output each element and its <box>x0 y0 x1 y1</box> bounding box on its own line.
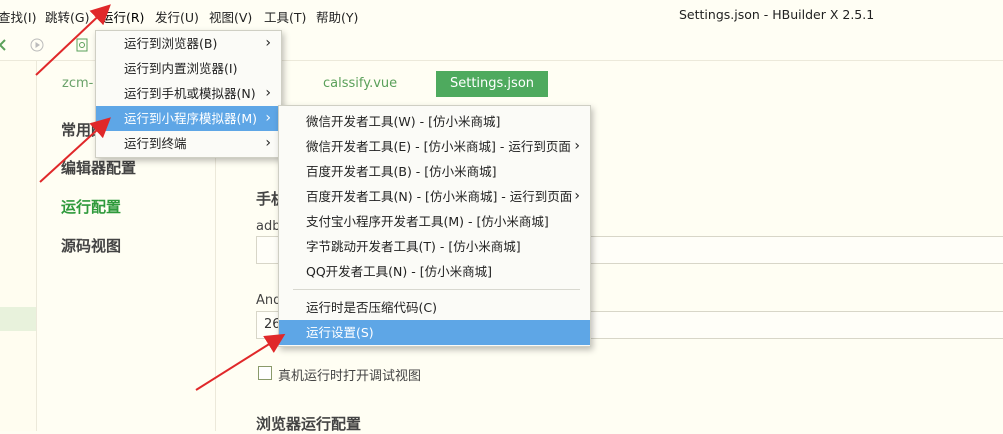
run-menu-builtin-browser[interactable]: 运行到内置浏览器(I) <box>96 56 281 81</box>
run-icon[interactable] <box>30 38 44 52</box>
run-menu-terminal-label: 运行到终端 <box>124 136 187 151</box>
nav-source-view[interactable]: 源码视图 <box>61 235 121 256</box>
project-panel <box>0 61 37 431</box>
preview-icon[interactable] <box>75 38 89 52</box>
menu-tools[interactable]: 工具(T) <box>264 7 306 26</box>
chevron-right-icon: › <box>265 135 271 151</box>
tab-settings-json[interactable]: Settings.json <box>436 71 548 97</box>
run-menu-phone-label: 运行到手机或模拟器(N) <box>124 86 256 101</box>
chevron-right-icon: › <box>265 85 271 101</box>
submenu-compress-code-label: 运行时是否压缩代码(C) <box>306 300 437 315</box>
run-menu-browser[interactable]: 运行到浏览器(B) › <box>96 31 281 56</box>
debug-view-checkbox[interactable] <box>258 366 272 380</box>
nav-editor-config[interactable]: 编辑器配置 <box>61 157 136 178</box>
run-menu-phone[interactable]: 运行到手机或模拟器(N) › <box>96 81 281 106</box>
submenu-wechat[interactable]: 微信开发者工具(W) - [仿小米商城] <box>279 109 590 134</box>
back-icon[interactable] <box>0 38 10 52</box>
tab-calssify-vue[interactable]: calssify.vue <box>323 76 397 91</box>
menu-view[interactable]: 视图(V) <box>209 7 252 26</box>
submenu-baidu[interactable]: 百度开发者工具(B) - [仿小米商城] <box>279 159 590 184</box>
submenu-bytedance-label: 字节跳动开发者工具(T) - [仿小米商城] <box>306 239 521 254</box>
menu-run[interactable]: 运行(R) <box>101 7 144 26</box>
run-menu-miniprogram[interactable]: 运行到小程序模拟器(M) › <box>96 106 281 131</box>
chevron-right-icon: › <box>265 35 271 51</box>
submenu-wechat-page[interactable]: 微信开发者工具(E) - [仿小米商城] - 运行到页面 › <box>279 134 590 159</box>
submenu-alipay[interactable]: 支付宝小程序开发者工具(M) - [仿小米商城] <box>279 209 590 234</box>
submenu-baidu-page-label: 百度开发者工具(N) - [仿小米商城] - 运行到页面 <box>306 189 573 204</box>
tab-zcm[interactable]: zcm- <box>62 76 93 91</box>
adb-label: adb <box>256 219 281 234</box>
run-menu-terminal[interactable]: 运行到终端 › <box>96 131 281 156</box>
chevron-right-icon: › <box>574 138 580 154</box>
menu-find[interactable]: 查找(I) <box>0 7 36 26</box>
submenu-baidu-page[interactable]: 百度开发者工具(N) - [仿小米商城] - 运行到页面 › <box>279 184 590 209</box>
submenu-wechat-page-label: 微信开发者工具(E) - [仿小米商城] - 运行到页面 <box>306 139 571 154</box>
run-menu-browser-label: 运行到浏览器(B) <box>124 36 218 51</box>
menu-help[interactable]: 帮助(Y) <box>316 7 358 26</box>
submenu-compress-code[interactable]: 运行时是否压缩代码(C) <box>279 295 590 320</box>
submenu-alipay-label: 支付宝小程序开发者工具(M) - [仿小米商城] <box>306 214 549 229</box>
menu-separator <box>293 289 580 290</box>
window-title: Settings.json - HBuilder X 2.5.1 <box>679 7 875 22</box>
run-menu: 运行到浏览器(B) › 运行到内置浏览器(I) 运行到手机或模拟器(N) › 运… <box>95 30 282 158</box>
submenu-qq[interactable]: QQ开发者工具(N) - [仿小米商城] <box>279 259 590 284</box>
submenu-qq-label: QQ开发者工具(N) - [仿小米商城] <box>306 264 492 279</box>
run-menu-miniprogram-label: 运行到小程序模拟器(M) <box>124 111 258 126</box>
nav-run-config[interactable]: 运行配置 <box>61 196 121 217</box>
submenu-wechat-label: 微信开发者工具(W) - [仿小米商城] <box>306 114 501 129</box>
submenu-run-settings-label: 运行设置(S) <box>306 325 374 340</box>
submenu-bytedance[interactable]: 字节跳动开发者工具(T) - [仿小米商城] <box>279 234 590 259</box>
debug-view-label: 真机运行时打开调试视图 <box>278 369 422 384</box>
menu-publish[interactable]: 发行(U) <box>155 7 199 26</box>
chevron-right-icon: › <box>265 110 271 126</box>
menu-bar: 查找(I) 跳转(G) 运行(R) 发行(U) 视图(V) 工具(T) 帮助(Y… <box>0 0 1003 31</box>
menu-goto[interactable]: 跳转(G) <box>45 7 89 26</box>
run-menu-builtin-browser-label: 运行到内置浏览器(I) <box>124 61 238 76</box>
chevron-right-icon: › <box>574 188 580 204</box>
miniprogram-submenu: 微信开发者工具(W) - [仿小米商城] 微信开发者工具(E) - [仿小米商城… <box>278 105 591 347</box>
selected-project-row[interactable] <box>0 307 36 331</box>
submenu-run-settings[interactable]: 运行设置(S) <box>279 320 590 345</box>
submenu-baidu-label: 百度开发者工具(B) - [仿小米商城] <box>306 164 497 179</box>
